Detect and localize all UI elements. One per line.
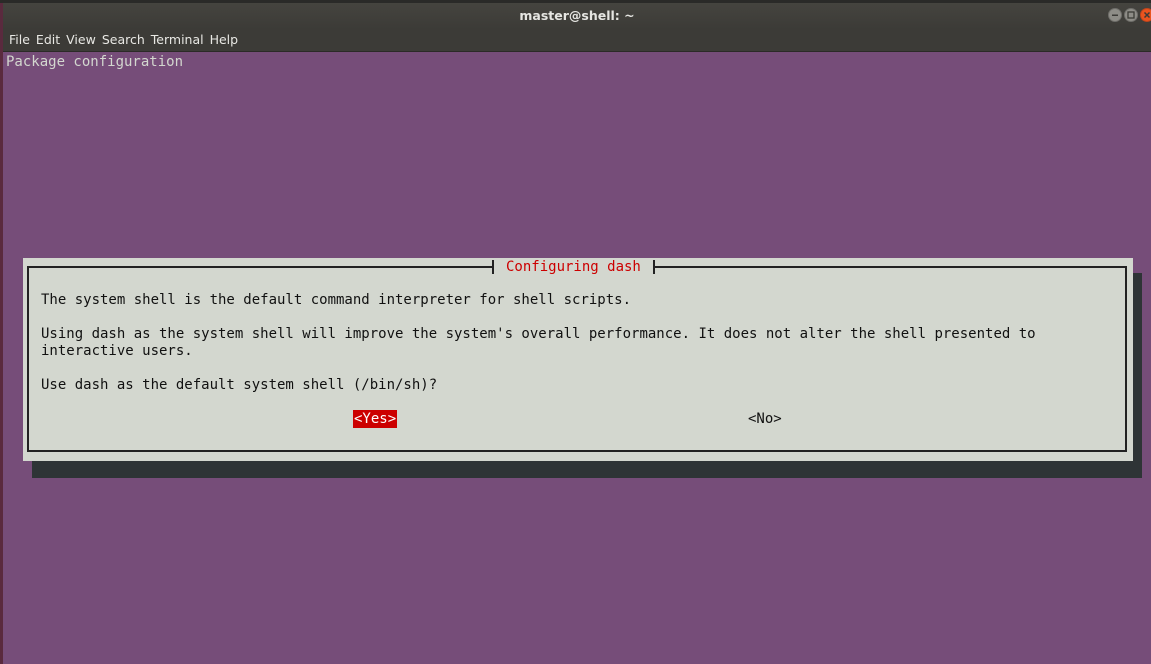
menu-search[interactable]: Search (99, 29, 148, 51)
dialog-description: The system shell is the default command … (41, 292, 632, 308)
close-icon (1143, 11, 1151, 19)
menu-edit[interactable]: Edit (33, 29, 63, 51)
terminal-window: master@shell: ~ File Edit View Search Termin… (3, 3, 1151, 664)
window-titlebar[interactable]: master@shell: ~ (3, 3, 1151, 29)
configure-dialog: Configuring dash The system shell is the… (23, 258, 1133, 461)
window-title: master@shell: ~ (519, 8, 635, 23)
minimize-icon (1112, 14, 1118, 16)
yes-button[interactable]: <Yes> (353, 410, 398, 428)
no-button[interactable]: <No> (747, 410, 783, 428)
menu-terminal[interactable]: Terminal (148, 29, 207, 51)
menu-help[interactable]: Help (207, 29, 242, 51)
dialog-question: Use dash as the default system shell (/b… (41, 377, 438, 393)
terminal-area[interactable]: Package configuration Configuring dash T… (3, 52, 1151, 664)
dialog-performance-note: Using dash as the system shell will impr… (41, 326, 1036, 342)
menu-view[interactable]: View (63, 29, 99, 51)
maximize-button[interactable] (1124, 8, 1138, 22)
menu-file[interactable]: File (6, 29, 33, 51)
dialog-performance-note-continued: interactive users. (41, 343, 193, 359)
menubar: File Edit View Search Terminal Help (3, 29, 1151, 52)
screen-title: Package configuration (6, 54, 184, 70)
maximize-icon (1127, 11, 1135, 19)
close-button[interactable] (1140, 8, 1151, 22)
dialog-title: Configuring dash (492, 258, 655, 276)
minimize-button[interactable] (1108, 8, 1122, 22)
